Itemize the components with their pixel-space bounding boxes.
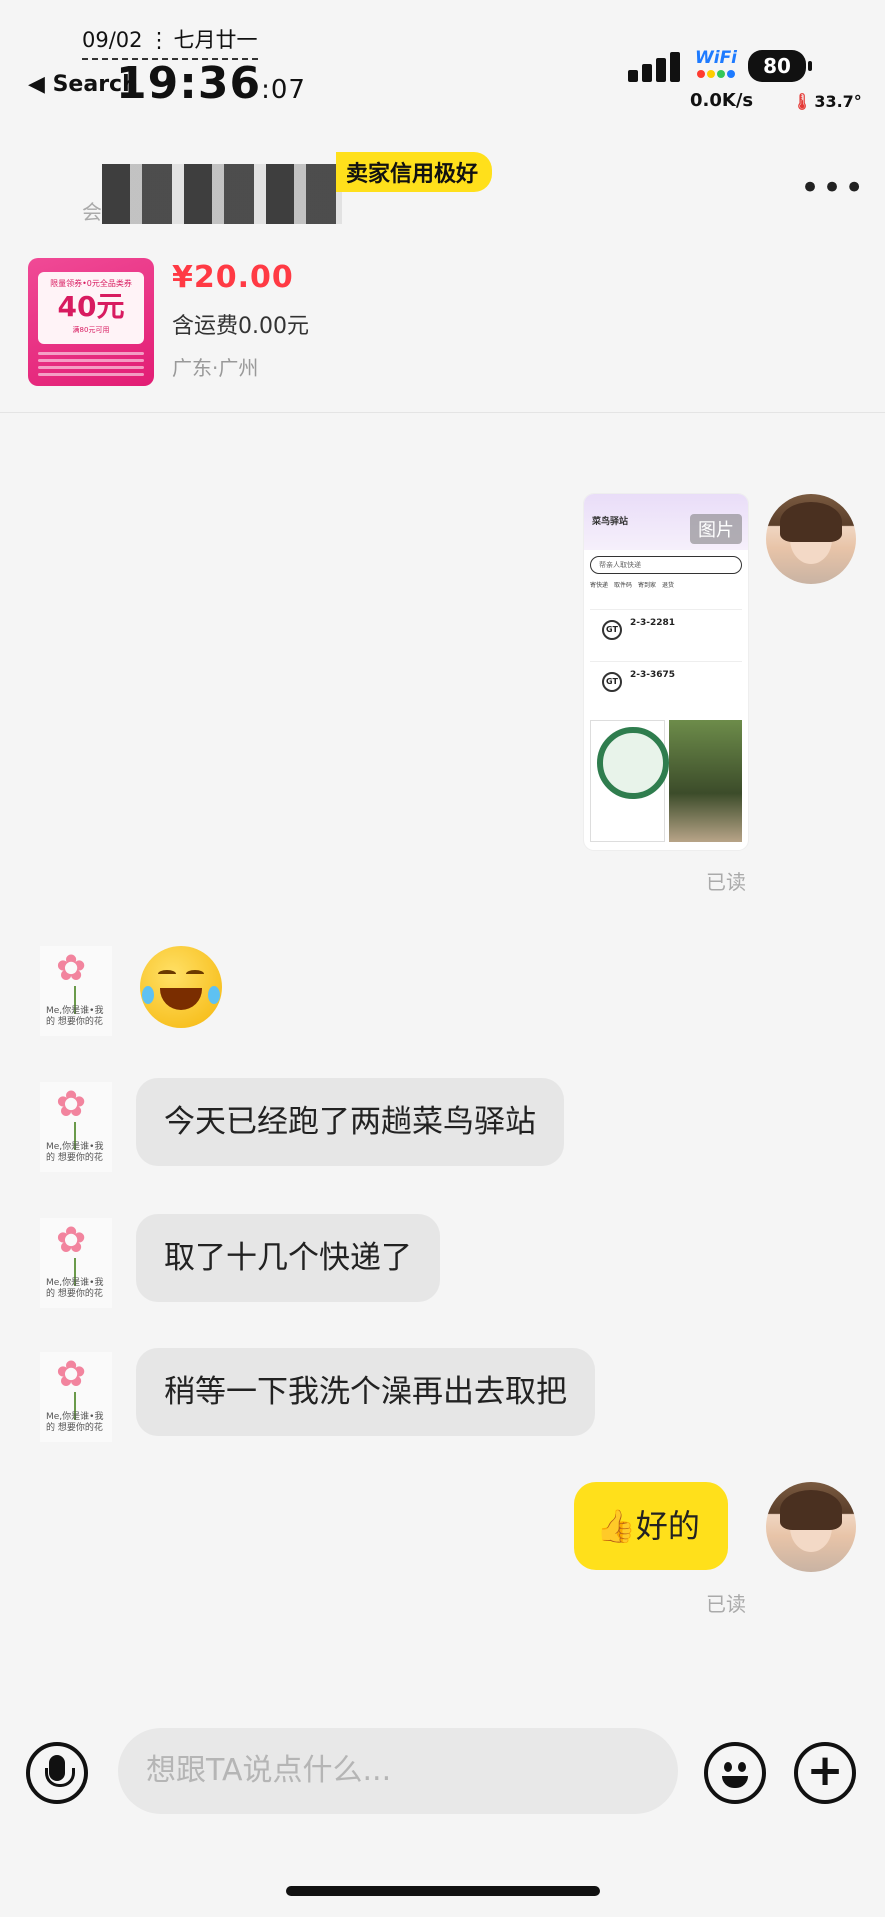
message-input[interactable] (118, 1728, 678, 1814)
credit-badge: 卖家信用极好 (336, 152, 493, 192)
home-indicator[interactable] (286, 1886, 600, 1896)
blurred-seller-name (102, 164, 342, 224)
my-avatar[interactable] (766, 494, 856, 584)
image-photos (590, 720, 742, 842)
coupon-fine-print (38, 352, 144, 380)
coupon-amount: 40元 (57, 290, 125, 323)
seller-avatar[interactable]: ✿ Me,你是谁•我的 想要你的花 (40, 1352, 112, 1442)
clock-time: 19:36 (116, 58, 262, 109)
my-message-bubble[interactable]: 👍好的 (574, 1482, 728, 1570)
coupon-graphic: 限量领券•0元全品类券 40元 满80元可用 (38, 272, 144, 344)
image-photo-seal (590, 720, 669, 842)
seller-avatar[interactable]: ✿ Me,你是谁•我的 想要你的花 (40, 1218, 112, 1308)
message-bubble[interactable]: 稍等一下我洗个澡再出去取把 (136, 1348, 595, 1436)
status-bar: 09/02 ⋮ 七月廿一 ◀ Search 19:36:07 WiFi 80 0.0… (0, 0, 885, 120)
courier-logo-icon: GT (602, 672, 622, 692)
image-label: 图片 (690, 514, 742, 544)
clock-seconds: :07 (261, 75, 306, 105)
flower-icon: ✿ (56, 1084, 87, 1125)
product-thumbnail[interactable]: 限量领券•0元全品类券 40元 满80元可用 (28, 258, 154, 386)
message-bubble[interactable]: 取了十几个快递了 (136, 1214, 440, 1302)
image-tab: 退货 (662, 582, 675, 589)
product-card[interactable]: 限量领券•0元全品类券 40元 满80元可用 ¥20.00 含运费0.00元 广… (0, 252, 885, 412)
date-lunar: 09/02 ⋮ 七月廿一 (82, 24, 258, 60)
courier-logo-icon: GT (602, 620, 622, 640)
coupon-condition: 满80元可用 (72, 326, 110, 334)
date-text: 09/02 (82, 28, 143, 52)
avatar-scribble: Me,你是谁•我的 想要你的花 (46, 1412, 104, 1433)
image-photo-person (669, 720, 742, 842)
lunar-date-text: 七月廿一 (173, 28, 258, 52)
emoji-picker-icon[interactable] (704, 1742, 766, 1804)
avatar-scribble: Me,你是谁•我的 想要你的花 (46, 1142, 104, 1163)
header-divider (0, 412, 885, 413)
pickup-code: 2-3-2281 (630, 618, 676, 628)
image-tabs: 寄快递 取件码 寄到家 退货 (584, 580, 748, 589)
laughing-tears-emoji-icon (140, 946, 222, 1028)
thumbs-up-icon: 👍 (596, 1507, 636, 1545)
image-tab: 取件码 (614, 582, 633, 589)
image-tab: 寄到家 (638, 582, 657, 589)
flower-icon: ✿ (56, 948, 87, 989)
message-bubble[interactable]: 今天已经跑了两趟菜鸟驿站 (136, 1078, 564, 1166)
my-message-text: 好的 (635, 1507, 700, 1545)
signal-strength-icon (628, 52, 682, 82)
battery-icon: 80 (748, 50, 812, 82)
image-package-row: GT 2-3-3675 (590, 661, 742, 707)
temperature-value: 33.7° (814, 92, 862, 111)
voice-input-icon[interactable] (26, 1742, 88, 1804)
seller-avatar[interactable]: ✿ Me,你是谁•我的 想要你的花 (40, 946, 112, 1036)
net-speed: 0.0K/s (690, 90, 754, 111)
flower-icon: ✿ (56, 1220, 87, 1261)
image-search-bar: 帮亲人取快递 (590, 556, 742, 574)
avatar-scribble: Me,你是谁•我的 想要你的花 (46, 1278, 104, 1299)
seller-subtitle: 会 (82, 200, 102, 224)
coupon-top-text: 限量领券•0元全品类券 (50, 279, 132, 288)
seller-avatar[interactable]: ✿ Me,你是谁•我的 想要你的花 (40, 1082, 112, 1172)
temperature: 🌡 33.7° (792, 92, 862, 111)
avatar-scribble: Me,你是谁•我的 想要你的花 (46, 1006, 104, 1027)
wifi-label: WiFi (694, 48, 738, 68)
wifi-icon: WiFi (693, 48, 739, 84)
shipping-fee: 含运费0.00元 (172, 314, 309, 339)
read-receipt: 已读 (706, 1592, 746, 1616)
product-price: ¥20.00 (172, 260, 294, 295)
flower-icon: ✿ (56, 1354, 87, 1395)
add-attachment-icon[interactable]: + (794, 1742, 856, 1804)
pickup-code: 2-3-3675 (630, 670, 676, 680)
read-receipt: 已读 (706, 870, 746, 894)
image-tab: 寄快递 (590, 582, 609, 589)
image-message[interactable]: 菜鸟驿站 帮亲人取快递 寄快递 取件码 寄到家 退货 GT 2-3-2281 G… (584, 494, 748, 850)
clock: 19:36:07 (116, 58, 306, 109)
image-package-row: GT 2-3-2281 (590, 609, 742, 655)
my-avatar[interactable] (766, 1482, 856, 1572)
thermometer-icon: 🌡 (792, 92, 813, 111)
more-options-icon[interactable]: ••• (800, 168, 866, 208)
seller-header[interactable]: 卖家信用极好 会 (56, 148, 496, 232)
product-location: 广东·广州 (172, 356, 259, 380)
